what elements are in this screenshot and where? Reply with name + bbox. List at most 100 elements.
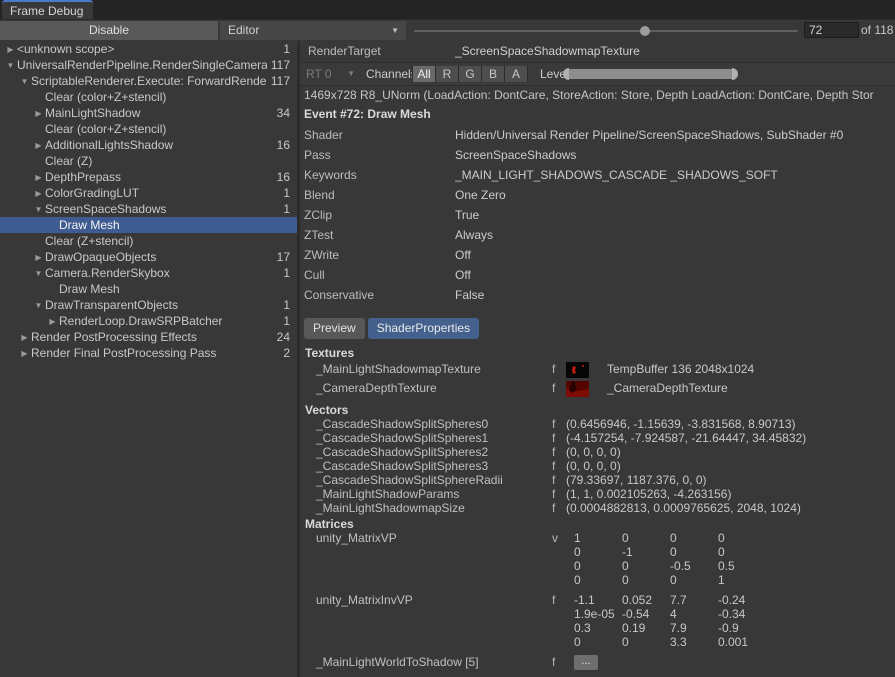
tree-row-label: Camera.RenderSkybox	[45, 266, 279, 280]
frame-slider-handle[interactable]	[640, 26, 650, 36]
collapse-arrow-icon[interactable]: ▼	[32, 205, 45, 214]
matrix-cell: 1	[718, 573, 766, 587]
expand-arrow-icon[interactable]: ▶	[46, 317, 59, 326]
vector-name: _CascadeShadowSplitSphereRadii	[300, 473, 552, 487]
tree-row[interactable]: ▶RenderLoop.DrawSRPBatcher1	[0, 313, 297, 329]
texture-row: _CameraDepthTexturef_CameraDepthTexture	[300, 379, 895, 398]
rt-dropdown[interactable]: RT 0 ▼	[306, 63, 362, 85]
channel-button-r[interactable]: R	[436, 66, 459, 82]
tab-shaderproperties[interactable]: ShaderProperties	[368, 318, 479, 339]
tree-row[interactable]: Draw Mesh	[0, 217, 297, 233]
tree-row[interactable]: ▶<unknown scope>1	[0, 41, 297, 57]
expand-arrow-icon[interactable]: ▶	[18, 349, 31, 358]
matrix-cell: 0	[622, 635, 670, 649]
tree-row-label: Clear (Z)	[45, 154, 286, 168]
tree-row-label: DrawOpaqueObjects	[45, 250, 273, 264]
vector-value: (79.33697, 1187.376, 0, 0)	[566, 473, 707, 487]
tree-row[interactable]: ▶MainLightShadow34	[0, 105, 297, 121]
texture-row: _MainLightShadowmapTexturefTempBuffer 13…	[300, 360, 895, 379]
matrices-section-title: Matrices	[300, 517, 895, 531]
tree-row[interactable]: ▶Render Final PostProcessing Pass2	[0, 345, 297, 361]
matrix-cell: 0	[670, 531, 718, 545]
tree-row[interactable]: ▶ColorGradingLUT1	[0, 185, 297, 201]
expand-arrow-icon[interactable]: ▶	[32, 189, 45, 198]
frame-slider[interactable]	[414, 30, 798, 32]
matrix-flag: f	[552, 655, 574, 669]
tree-row[interactable]: ▶DrawOpaqueObjects17	[0, 249, 297, 265]
property-value: Always	[455, 225, 493, 245]
tree-row[interactable]: Clear (Z+stencil)	[0, 233, 297, 249]
collapse-arrow-icon[interactable]: ▼	[18, 77, 31, 86]
tree-row[interactable]: ▶AdditionalLightsShadow16	[0, 137, 297, 153]
matrix-cell: -0.9	[718, 621, 766, 635]
tree-row-count: 16	[273, 138, 297, 152]
matrix-cell: 0.001	[718, 635, 766, 649]
vector-flag: f	[552, 417, 566, 431]
render-target-row: RenderTarget _ScreenSpaceShadowmapTextur…	[300, 41, 895, 63]
tree-row[interactable]: Clear (color+Z+stencil)	[0, 89, 297, 105]
channel-button-all[interactable]: All	[412, 66, 436, 82]
levels-slider[interactable]	[563, 68, 738, 80]
tree-row-label: Clear (color+Z+stencil)	[45, 90, 286, 104]
collapse-arrow-icon[interactable]: ▼	[32, 301, 45, 310]
tree-row[interactable]: ▼ScreenSpaceShadows1	[0, 201, 297, 217]
vector-value: (0.0004882813, 0.0009765625, 2048, 1024)	[566, 501, 801, 515]
matrix-cell: 0.052	[622, 593, 670, 607]
expand-arrow-icon[interactable]: ▶	[32, 173, 45, 182]
tree-row[interactable]: Clear (color+Z+stencil)	[0, 121, 297, 137]
frame-number-field[interactable]	[804, 22, 859, 38]
matrix-cell: -0.54	[622, 607, 670, 621]
vectors-section-title: Vectors	[300, 403, 895, 417]
tree-row[interactable]: Draw Mesh	[0, 281, 297, 297]
tree-row-count: 17	[273, 250, 297, 264]
expand-arrow-icon[interactable]: ▶	[32, 109, 45, 118]
vector-flag: f	[552, 473, 566, 487]
channel-button-g[interactable]: G	[459, 66, 482, 82]
texture-value: _CameraDepthTexture	[607, 379, 728, 398]
tree-row-count: 117	[267, 74, 297, 88]
matrix-cell: -1	[622, 545, 670, 559]
matrix-row: unity_MatrixVPv10000-10000-0.50.50001	[300, 531, 895, 587]
property-value: One Zero	[455, 185, 506, 205]
property-row: BlendOne Zero	[304, 185, 895, 205]
disable-button[interactable]: Disable	[0, 21, 218, 40]
expand-arrow-icon[interactable]: ▶	[4, 45, 17, 54]
tree-row[interactable]: ▼ScriptableRenderer.Execute: ForwardRend…	[0, 73, 297, 89]
target-dropdown[interactable]: Editor ▼	[220, 21, 406, 40]
collapse-arrow-icon[interactable]: ▼	[32, 269, 45, 278]
expand-arrow-icon[interactable]: ▶	[32, 253, 45, 262]
texture-thumbnail-shadowmap[interactable]	[566, 362, 607, 378]
expand-arrow-icon[interactable]: ▶	[18, 333, 31, 342]
channel-button-b[interactable]: B	[482, 66, 505, 82]
property-row: ShaderHidden/Universal Render Pipeline/S…	[304, 125, 895, 145]
channel-button-a[interactable]: A	[505, 66, 528, 82]
tree-row-count: 1	[279, 186, 297, 200]
matrix-row: unity_MatrixInvVPf-1.10.0527.7-0.241.9e-…	[300, 593, 895, 649]
texture-thumbnail-depth[interactable]	[566, 381, 607, 397]
tree-row[interactable]: ▼DrawTransparentObjects1	[0, 297, 297, 313]
property-label: Conservative	[304, 285, 455, 305]
collapse-arrow-icon[interactable]: ▼	[4, 61, 17, 70]
tree-row[interactable]: Clear (Z)	[0, 153, 297, 169]
matrix-cell: 0	[622, 573, 670, 587]
render-target-value: _ScreenSpaceShadowmapTexture	[455, 41, 640, 62]
matrix-cell: -0.5	[670, 559, 718, 573]
tree-row[interactable]: ▶DepthPrepass16	[0, 169, 297, 185]
property-label: Pass	[304, 145, 455, 165]
vector-name: _CascadeShadowSplitSpheres0	[300, 417, 552, 431]
tree-row-count: 1	[279, 266, 297, 280]
expand-arrow-icon[interactable]: ▶	[32, 141, 45, 150]
tree-row[interactable]: ▼UniversalRenderPipeline.RenderSingleCam…	[0, 57, 297, 73]
vector-row: _CascadeShadowSplitSphereRadiif(79.33697…	[300, 473, 895, 487]
tree-row[interactable]: ▼Camera.RenderSkybox1	[0, 265, 297, 281]
vector-row: _CascadeShadowSplitSpheres0f(0.6456946, …	[300, 417, 895, 431]
tree-row-label: RenderLoop.DrawSRPBatcher	[59, 314, 279, 328]
frame-debug-tab[interactable]: Frame Debug	[2, 0, 93, 19]
tab-preview[interactable]: Preview	[304, 318, 365, 339]
levels-max-handle[interactable]	[732, 68, 738, 80]
matrix-ellipsis-button[interactable]: ...	[574, 655, 598, 670]
levels-range-bar[interactable]	[569, 69, 732, 79]
shader-properties-sections: Textures_MainLightShadowmapTexturefTempB…	[300, 346, 895, 670]
tree-row-label: Clear (Z+stencil)	[45, 234, 286, 248]
tree-row[interactable]: ▶Render PostProcessing Effects24	[0, 329, 297, 345]
